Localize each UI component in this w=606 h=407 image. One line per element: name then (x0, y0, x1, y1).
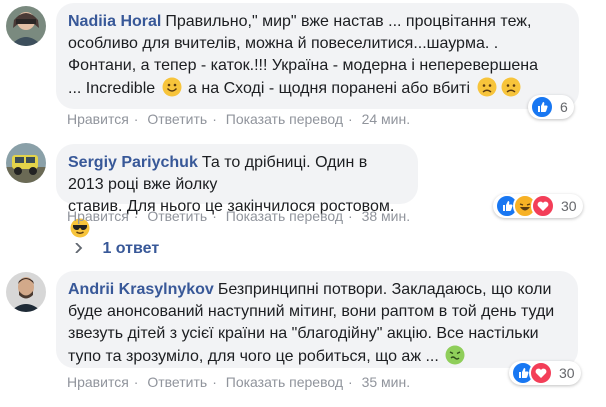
reaction-summary[interactable]: 6 (528, 95, 574, 119)
avatar-sergiy[interactable] (6, 143, 46, 183)
comment-text-line: а на Сході - щодня поранені або вбиті (183, 80, 475, 97)
translate-link[interactable]: Показать перевод (226, 374, 343, 390)
comment-text-line: буде анонсований наступний мітинг, вони … (68, 303, 555, 320)
comment-author[interactable]: Andrii Krasylnykov (68, 281, 214, 298)
view-replies-link[interactable]: 1 ответ (74, 240, 159, 258)
translate-link[interactable]: Показать перевод (226, 111, 343, 127)
comment-time[interactable]: 24 мин. (362, 111, 411, 127)
love-reaction-icon (531, 194, 555, 218)
like-link[interactable]: Нравится (67, 111, 129, 127)
comment-author[interactable]: Sergiy Pariychuk (68, 154, 198, 171)
comment-actions: Нравится · Ответить · Показать перевод · 38… (67, 208, 411, 224)
love-reaction-icon (529, 361, 553, 385)
nauseated-emoji-icon (445, 345, 465, 365)
reaction-summary[interactable]: 30 (509, 361, 581, 385)
comment-actions: Нравится · Ответить · Показать перевод · 24… (67, 111, 411, 127)
comment-1: Nadiia Horal Правильно," мир" вже настав … (0, 0, 606, 135)
translate-link[interactable]: Показать перевод (226, 208, 343, 224)
comment-bubble: Nadiia Horal Правильно," мир" вже настав … (56, 3, 579, 109)
comment-bubble: Andrii Krasylnykov Безпринципні потвори. … (56, 271, 578, 368)
reaction-count: 30 (559, 365, 575, 381)
comment-time[interactable]: 35 мин. (362, 374, 411, 390)
avatar-nadiia[interactable] (6, 6, 46, 46)
reply-link[interactable]: Ответить (147, 374, 207, 390)
comment-text-line: Безпринципні потвори. Закладаюсь, що кол… (217, 281, 552, 298)
replies-count[interactable]: 1 ответ (102, 240, 159, 257)
comment-3: Andrii Krasylnykov Безпринципні потвори. … (0, 264, 606, 407)
comment-text-line: ... Incredible (68, 80, 156, 97)
comment-2: Sergiy Pariychuk Та то дрібниці. Один в 2… (0, 135, 606, 270)
like-reaction-icon (530, 95, 554, 119)
comment-time[interactable]: 38 мин. (362, 208, 411, 224)
comment-bubble: Sergiy Pariychuk Та то дрібниці. Один в 2… (56, 144, 418, 238)
like-link[interactable]: Нравится (67, 208, 129, 224)
comment-text-line: Правильно," мир" вже настав ... процвіта… (165, 13, 532, 30)
reaction-summary[interactable]: 30 (493, 194, 583, 218)
reply-link[interactable]: Ответить (147, 111, 207, 127)
sad-emoji-icon (501, 77, 521, 97)
like-link[interactable]: Нравится (67, 374, 129, 390)
comment-text-line: Фонтани, а тепер - каток.!!! Україна - м… (68, 57, 539, 74)
sad-emoji-icon (477, 77, 497, 97)
reaction-count: 6 (560, 99, 568, 115)
reply-arrow-icon (74, 240, 88, 258)
comment-text-line: тупо та зрозуміло, для чого це робиться,… (68, 348, 439, 365)
reaction-count: 30 (561, 198, 577, 214)
comment-text-line: особливо для вчителів, можна й повеселит… (68, 35, 499, 52)
comment-actions: Нравится · Ответить · Показать перевод · 35… (67, 374, 411, 390)
smile-emoji-icon (162, 77, 182, 97)
comment-text-line: звезуть дітей з усієї країни на "благоді… (68, 325, 539, 342)
avatar-andrii[interactable] (6, 272, 46, 312)
comment-author[interactable]: Nadiia Horal (68, 13, 161, 30)
reply-link[interactable]: Ответить (147, 208, 207, 224)
